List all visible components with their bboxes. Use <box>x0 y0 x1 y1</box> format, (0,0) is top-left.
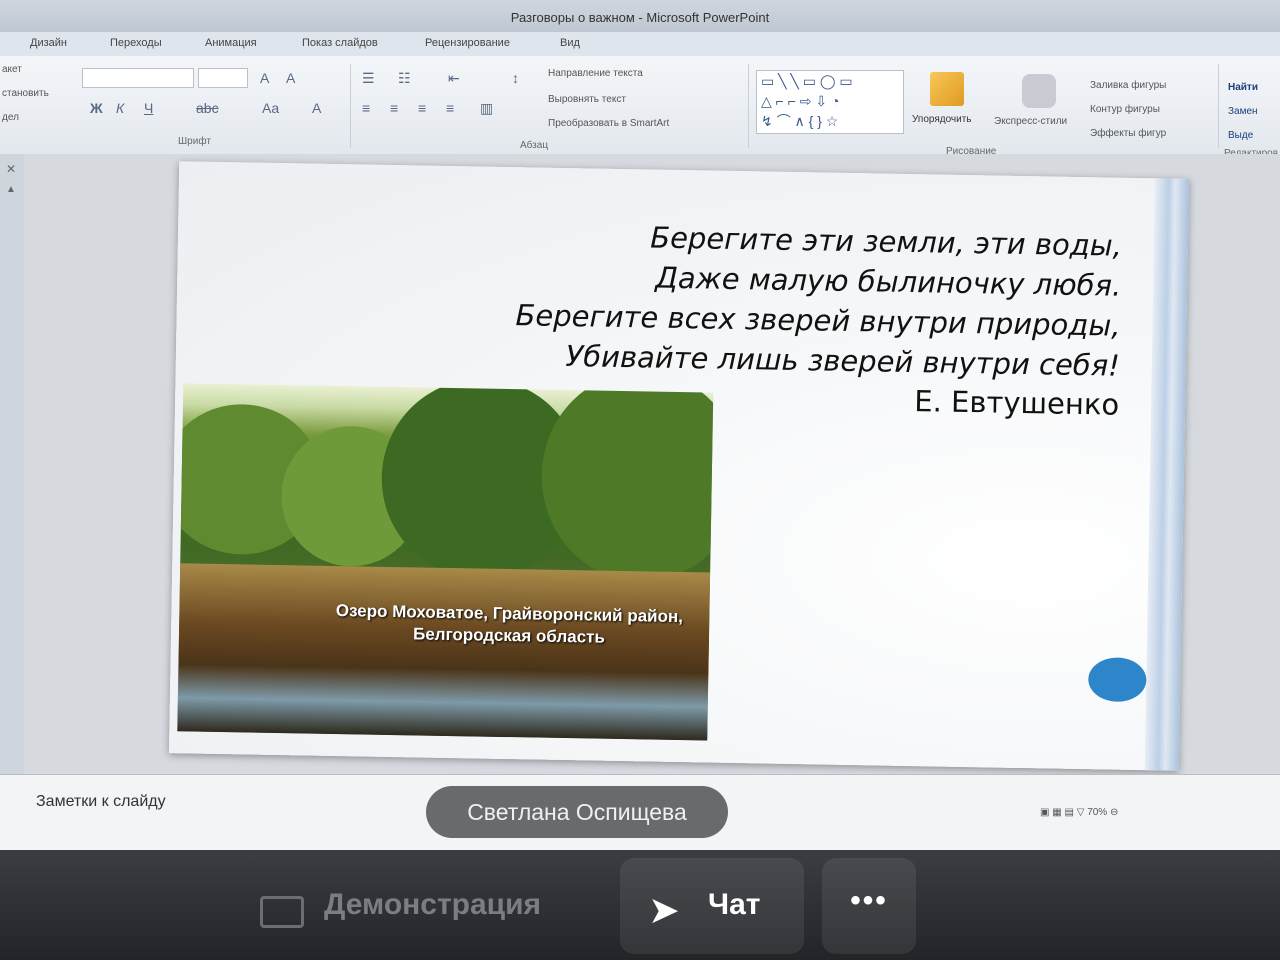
align-text-button[interactable]: Выровнять текст <box>548 94 626 105</box>
scroll-up-icon[interactable]: ▲ <box>6 184 16 195</box>
line-spacing-icon[interactable]: ↕ <box>512 70 519 86</box>
bold-icon[interactable]: Ж <box>90 100 103 116</box>
normal-view-icon[interactable]: ▣ <box>1040 807 1049 818</box>
grow-font-icon[interactable]: A <box>260 70 269 86</box>
font-color-icon[interactable]: A <box>312 100 321 116</box>
separator <box>748 64 749 148</box>
tree-shape <box>539 383 714 584</box>
align-right-icon[interactable]: ≡ <box>418 100 426 116</box>
bullets-icon[interactable]: ☰ <box>362 70 375 87</box>
find-button[interactable]: Найти <box>1228 82 1258 93</box>
slideshow-view-icon[interactable]: ▽ <box>1077 807 1085 818</box>
status-bar: ▣ ▦ ▤ ▽ 70% ⊖ <box>1040 807 1118 818</box>
quick-styles-icon[interactable] <box>1022 74 1056 108</box>
convert-smartart-button[interactable]: Преобразовать в SmartArt <box>548 118 669 129</box>
notes-placeholder[interactable]: Заметки к слайду <box>36 793 166 811</box>
screen-share-label: Демонстрация <box>324 888 542 921</box>
more-icon: ••• <box>850 884 888 917</box>
tab-animation[interactable]: Анимация <box>205 37 257 49</box>
speaker-name-badge: Светлана Оспищева <box>426 786 728 838</box>
shapes-gallery[interactable]: ▭ ╲ ╲ ▭ ◯ ▭ △ ⌐ ⌐ ⇨ ⇩ ◔ ↯ ⌒ ∧ { } ☆ <box>756 70 904 134</box>
text-direction-button[interactable]: Направление текста <box>548 68 643 79</box>
window-title: Разговоры о важном - Microsoft PowerPoin… <box>0 0 1280 32</box>
send-arrow-icon: ➤ <box>648 890 680 932</box>
layout-button[interactable]: акет <box>2 64 22 75</box>
reading-view-icon[interactable]: ▤ <box>1064 807 1073 818</box>
tab-review[interactable]: Рецензирование <box>425 37 510 49</box>
reset-button[interactable]: становить <box>2 88 49 99</box>
photo-caption: Озеро Моховатое, Грайворонский район, Бе… <box>299 599 713 650</box>
zoom-level[interactable]: 70% <box>1087 807 1107 818</box>
change-case-icon[interactable]: Aa <box>262 100 279 116</box>
chat-button[interactable]: ➤ Чат <box>620 858 804 954</box>
sorter-view-icon[interactable]: ▦ <box>1052 807 1061 818</box>
shape-fill-button[interactable]: Заливка фигуры <box>1090 80 1166 91</box>
tab-transitions[interactable]: Переходы <box>110 37 162 49</box>
separator <box>1218 64 1219 148</box>
columns-icon[interactable]: ▥ <box>480 100 493 117</box>
italic-icon[interactable]: К <box>116 100 124 116</box>
shrink-font-icon[interactable]: A <box>286 70 295 86</box>
tab-slideshow[interactable]: Показ слайдов <box>302 37 378 49</box>
screen-share-button[interactable]: Демонстрация <box>240 858 600 954</box>
strikethrough-icon[interactable]: abc <box>196 100 219 116</box>
tab-view[interactable]: Вид <box>560 37 580 49</box>
shape-effects-button[interactable]: Эффекты фигур <box>1090 128 1166 139</box>
close-icon[interactable]: ✕ <box>6 162 16 176</box>
slide-decor-bar <box>1144 178 1190 771</box>
arrange-icon[interactable] <box>930 72 964 106</box>
powerpoint-window: Разговоры о важном - Microsoft PowerPoin… <box>0 0 1280 850</box>
replace-button[interactable]: Замен <box>1228 106 1258 117</box>
zoom-out-icon[interactable]: ⊖ <box>1110 807 1118 818</box>
tab-design[interactable]: Дизайн <box>30 37 67 49</box>
slide-editing-area: Берегите эти земли, эти воды, Даже малую… <box>24 154 1280 774</box>
align-center-icon[interactable]: ≡ <box>390 100 398 116</box>
group-label-paragraph: Абзац <box>520 140 549 151</box>
lake-water <box>177 563 711 741</box>
arrange-button[interactable]: Упорядочить <box>912 114 972 125</box>
font-size-select[interactable] <box>198 68 248 88</box>
blue-circle-shape[interactable] <box>1087 657 1147 703</box>
align-left-icon[interactable]: ≡ <box>362 100 370 116</box>
indent-icon[interactable]: ⇤ <box>448 70 460 87</box>
slide[interactable]: Берегите эти земли, эти воды, Даже малую… <box>168 161 1190 771</box>
more-button[interactable]: ••• <box>822 858 916 954</box>
slides-pane-scrollbar[interactable]: ✕ ▲ <box>0 154 25 774</box>
quick-styles-button[interactable]: Экспресс-стили <box>994 116 1067 127</box>
chat-label: Чат <box>708 888 761 921</box>
poem-text[interactable]: Берегите эти земли, эти воды, Даже малую… <box>514 215 1122 386</box>
ribbon-tabs: Дизайн Переходы Анимация Показ слайдов Р… <box>0 32 1280 56</box>
screen-share-icon <box>260 896 304 928</box>
separator <box>350 64 351 148</box>
section-button[interactable]: дел <box>2 112 19 123</box>
group-label-font: Шрифт <box>178 136 211 147</box>
font-name-select[interactable] <box>82 68 194 88</box>
numbering-icon[interactable]: ☷ <box>398 70 411 87</box>
select-button[interactable]: Выде <box>1228 130 1253 141</box>
justify-icon[interactable]: ≡ <box>446 100 454 116</box>
underline-icon[interactable]: Ч <box>144 100 153 116</box>
lake-photo[interactable]: Озеро Моховатое, Грайворонский район, Бе… <box>177 383 714 741</box>
shape-outline-button[interactable]: Контур фигуры <box>1090 104 1160 115</box>
poem-author[interactable]: Е. Евтушенко <box>914 384 1119 422</box>
call-toolbar: Демонстрация ➤ Чат ••• <box>0 850 1280 960</box>
ribbon: акет становить дел A A Ж К Ч abc Aa A Шр… <box>0 56 1280 159</box>
